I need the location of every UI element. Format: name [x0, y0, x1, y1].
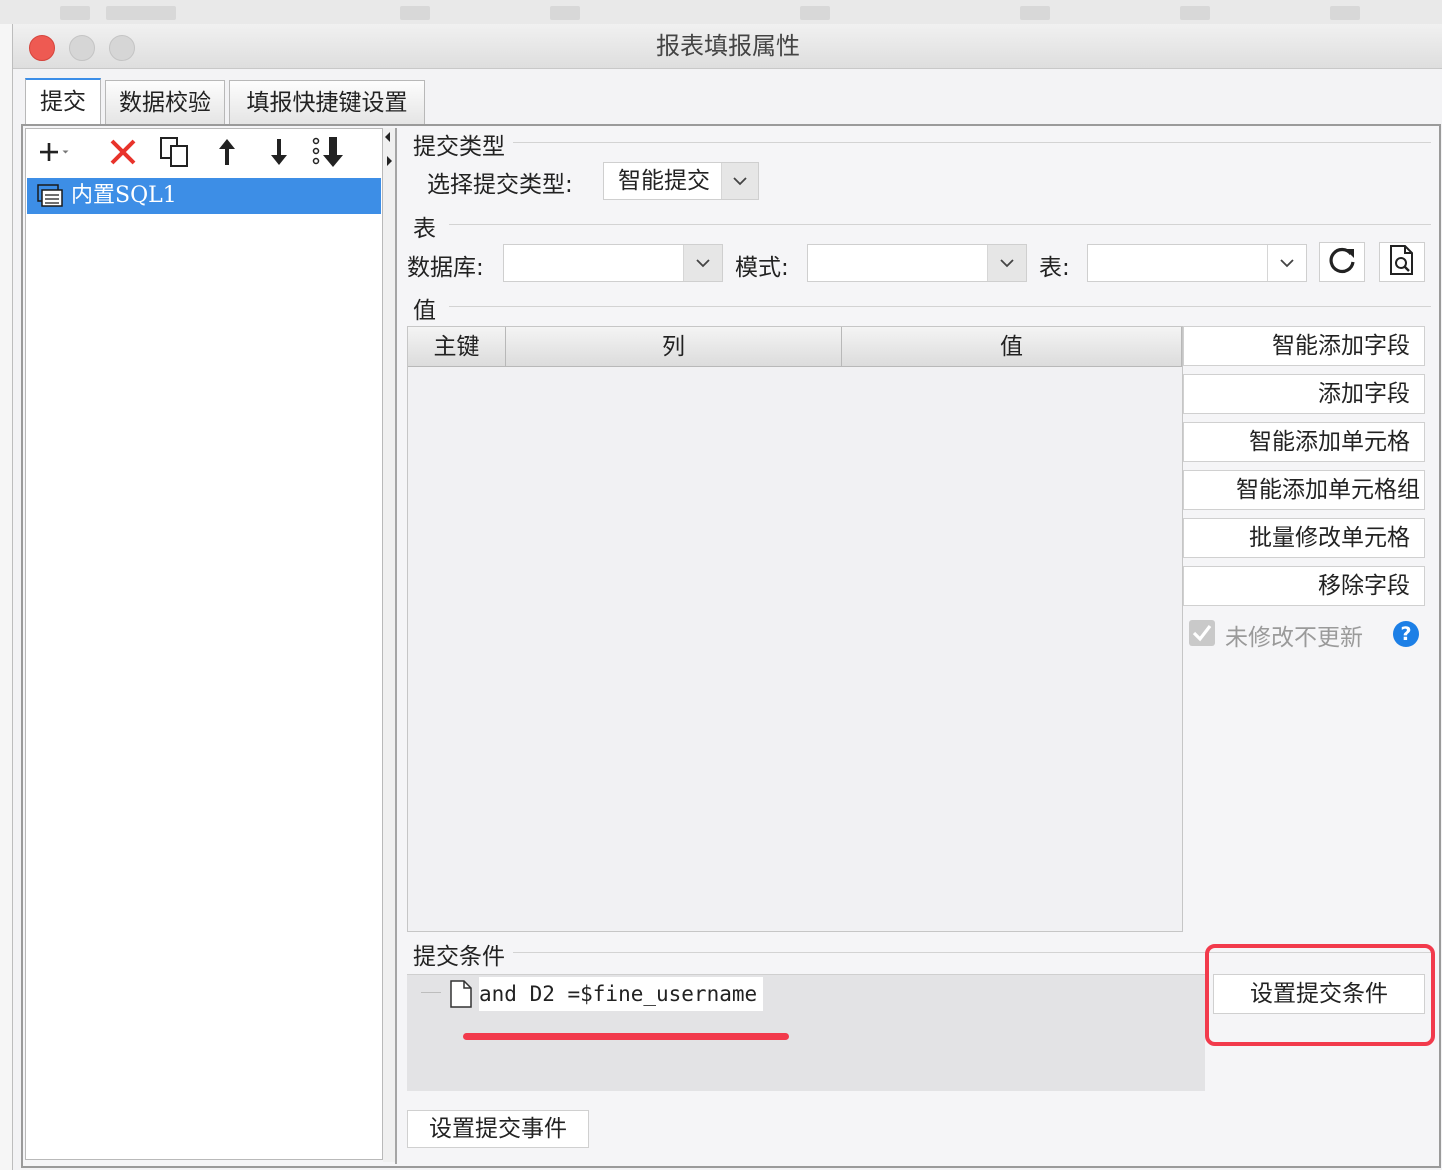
no-update-checkbox[interactable] [1189, 620, 1215, 646]
add-icon[interactable] [37, 134, 73, 170]
background-tool-icon [106, 6, 176, 20]
set-submit-event-button[interactable]: 设置提交事件 [407, 1110, 589, 1148]
table-label: 表: [1039, 255, 1070, 281]
dialog-title: 报表填报属性 [656, 32, 800, 60]
section-divider [449, 306, 1431, 307]
field-mapping-table[interactable]: 主键 列 值 [407, 326, 1183, 932]
column-header-value[interactable]: 值 [842, 327, 1182, 367]
column-header-column[interactable]: 列 [506, 327, 842, 367]
smart-add-cell-group-button[interactable]: 智能添加单元格组 [1183, 470, 1425, 510]
sql-table-icon [37, 184, 63, 220]
add-field-button[interactable]: 添加字段 [1183, 374, 1425, 414]
conditions-section-label: 提交条件 [413, 944, 505, 970]
annotation-highlight-box [1205, 944, 1435, 1046]
move-down-icon[interactable] [261, 134, 297, 170]
refresh-icon [1327, 245, 1357, 279]
refresh-button[interactable] [1319, 242, 1365, 282]
move-up-icon[interactable] [209, 134, 245, 170]
chevron-down-icon [683, 245, 722, 281]
smart-add-field-button[interactable]: 智能添加字段 [1183, 326, 1425, 366]
section-divider [513, 142, 1431, 143]
zoom-window-button[interactable] [109, 35, 135, 61]
background-tool-icon [1180, 6, 1210, 20]
schema-select[interactable] [807, 244, 1027, 282]
list-item-builtin-sql[interactable]: 内置SQL1 [27, 178, 381, 214]
table-select[interactable] [1087, 244, 1307, 282]
file-icon [449, 979, 473, 1013]
annotation-underline [463, 1033, 789, 1040]
schema-label: 模式: [735, 255, 789, 281]
tree-connector [421, 992, 441, 993]
background-toolbar [0, 0, 1442, 25]
delete-icon[interactable] [105, 134, 141, 170]
chevron-down-icon [721, 163, 758, 199]
tab-fill-shortcut-settings[interactable]: 填报快捷键设置 [229, 80, 425, 125]
batch-modify-cells-button[interactable]: 批量修改单元格 [1183, 518, 1425, 558]
move-to-bottom-icon[interactable] [311, 134, 347, 170]
section-divider [449, 224, 1431, 225]
preview-table-button[interactable] [1379, 242, 1425, 282]
submit-type-select[interactable]: 智能提交 [603, 162, 759, 200]
background-tool-icon [400, 6, 430, 20]
submit-type-section-label: 提交类型 [413, 134, 505, 160]
submit-type-field-label: 选择提交类型: [427, 172, 573, 198]
background-tool-icon [800, 6, 830, 20]
database-label: 数据库: [407, 255, 484, 281]
document-search-icon [1388, 244, 1416, 280]
background-tool-icon [1330, 6, 1360, 20]
background-tool-icon [1020, 6, 1050, 20]
remove-field-button[interactable]: 移除字段 [1183, 566, 1425, 606]
chevron-down-icon [1267, 245, 1306, 281]
tab-submit[interactable]: 提交 [25, 78, 101, 126]
tab-data-validation[interactable]: 数据校验 [105, 80, 225, 125]
help-icon[interactable]: ? [1393, 621, 1419, 647]
list-item-label: 内置SQL1 [71, 183, 177, 208]
no-update-checkbox-label: 未修改不更新 [1225, 625, 1363, 651]
report-fill-properties-dialog: 报表填报属性 提交 数据校验 填报快捷键设置 内置SQL1 提交类型 选择提交类… [12, 24, 1442, 1170]
database-select[interactable] [503, 244, 723, 282]
chevron-down-icon [987, 245, 1026, 281]
submit-type-value: 智能提交 [618, 168, 710, 194]
copy-icon[interactable] [157, 134, 193, 170]
minimize-window-button[interactable] [69, 35, 95, 61]
condition-item[interactable]: and D2 =$fine_username [479, 977, 764, 1011]
background-tool-icon [550, 6, 580, 20]
column-header-primary-key[interactable]: 主键 [408, 327, 506, 367]
background-tool-icon [60, 6, 90, 20]
close-window-button[interactable] [29, 35, 55, 61]
value-section-label: 值 [413, 298, 436, 324]
smart-add-cell-button[interactable]: 智能添加单元格 [1183, 422, 1425, 462]
submit-conditions-tree[interactable]: and D2 =$fine_username [407, 974, 1205, 1091]
submit-list-panel [25, 128, 383, 1160]
table-section-label: 表 [413, 216, 436, 242]
